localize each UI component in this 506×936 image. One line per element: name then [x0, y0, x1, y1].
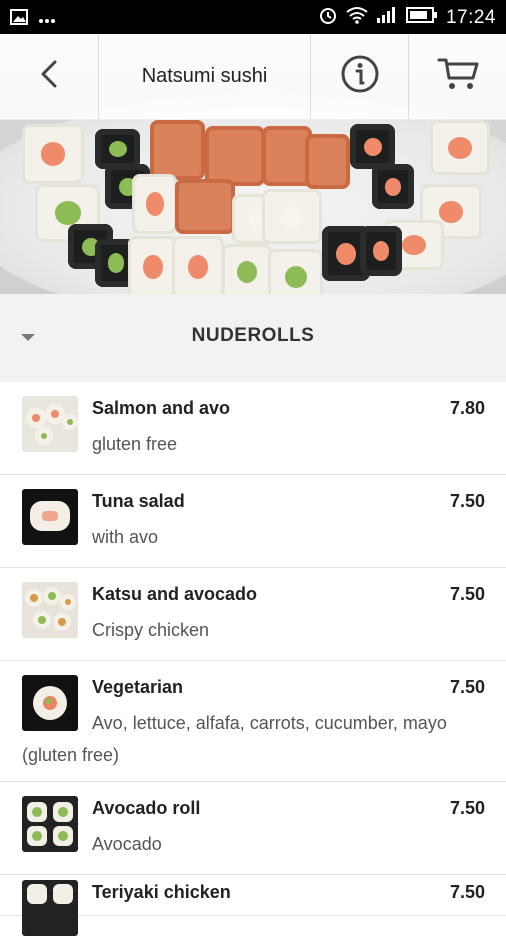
menu-item-thumbnail — [22, 880, 78, 936]
menu-item-price: 7.50 — [449, 677, 485, 697]
top-toolbar: Natsumi sushi — [0, 34, 506, 120]
menu-item-thumbnail — [22, 796, 78, 852]
menu-item-thumbnail — [22, 396, 78, 452]
info-button[interactable] — [311, 34, 408, 119]
status-time: 17:24 — [445, 7, 496, 28]
menu-item-price: 7.80 — [449, 398, 485, 418]
menu-item-price: 7.50 — [449, 798, 485, 818]
alarm-icon — [318, 5, 338, 31]
wifi-icon — [346, 6, 368, 30]
image-icon — [10, 9, 28, 30]
category-title: NUDEROLLS — [191, 325, 315, 346]
category-header-nuderolls[interactable]: NUDEROLLS — [0, 294, 506, 382]
back-button[interactable] — [0, 34, 98, 119]
cart-button[interactable] — [409, 34, 506, 119]
status-bar: 17:24 — [0, 0, 506, 34]
back-chevron-icon — [39, 59, 59, 94]
menu-item-description: with avo — [92, 527, 159, 547]
menu-item-vegetarian[interactable]: Vegetarian 7.50 Avo, lettuce, alfafa, ca… — [0, 661, 506, 782]
menu-item-price: 7.50 — [449, 584, 485, 604]
menu-item-name: Katsu and avocado — [92, 584, 258, 604]
menu-item-list: Salmon and avo 7.80 gluten free Tuna sal… — [0, 382, 506, 936]
menu-item-avocado-roll[interactable]: Avocado roll 7.50 Avocado — [0, 782, 506, 875]
more-icon — [38, 11, 56, 29]
info-icon — [340, 54, 380, 99]
cart-icon — [437, 56, 479, 97]
menu-item-tuna-salad[interactable]: Tuna salad 7.50 with avo — [0, 475, 506, 568]
menu-item-price: 7.50 — [449, 491, 485, 511]
menu-item-thumbnail — [22, 489, 78, 545]
menu-item-name: Tuna salad — [92, 491, 185, 511]
menu-item-name: Avocado roll — [92, 798, 201, 818]
menu-item-teriyaki-chicken[interactable]: Teriyaki chicken 7.50 — [0, 875, 506, 936]
menu-item-description: Avo, lettuce, alfafa, carrots, cucumber,… — [22, 713, 447, 765]
menu-item-description: Avocado — [92, 834, 162, 854]
menu-item-name: Vegetarian — [92, 677, 184, 697]
signal-icon — [376, 6, 398, 30]
menu-item-katsu-and-avocado[interactable]: Katsu and avocado 7.50 Crispy chicken — [0, 568, 506, 661]
menu-item-description: Crispy chicken — [92, 620, 210, 640]
menu-item-salmon-and-avo[interactable]: Salmon and avo 7.80 gluten free — [0, 382, 506, 475]
menu-item-name: Salmon and avo — [92, 398, 231, 418]
menu-item-description: gluten free — [92, 434, 178, 454]
page-title: Natsumi sushi — [141, 65, 268, 87]
battery-icon — [405, 7, 438, 29]
menu-item-thumbnail — [22, 582, 78, 638]
